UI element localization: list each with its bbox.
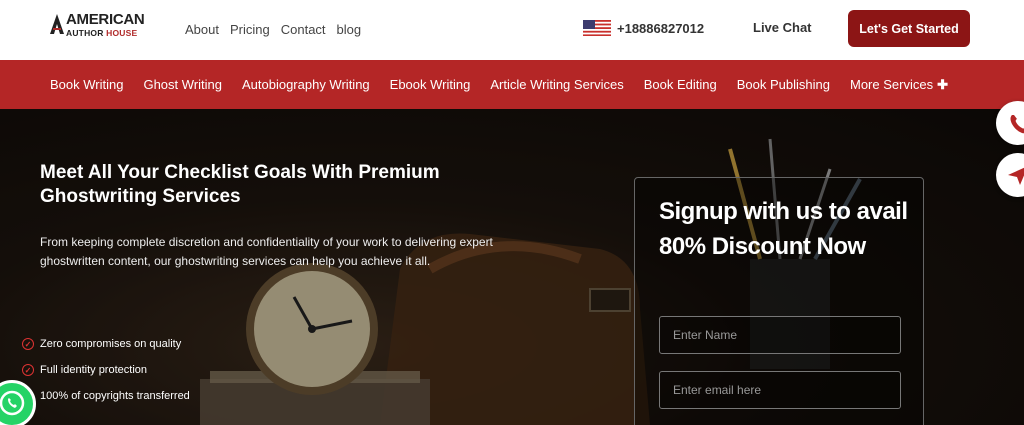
checklist-item-text: Zero compromises on quality — [40, 338, 182, 350]
us-flag-icon — [583, 20, 611, 36]
phone-icon — [1010, 115, 1024, 134]
logo[interactable]: AMERICAN AUTHOR HOUSE — [50, 12, 150, 42]
checklist-item-text: Full identity protection — [40, 364, 147, 376]
check-circle-icon: ✓ — [22, 338, 34, 350]
signup-form: Signup with us to avail 80% Discount Now — [634, 177, 924, 425]
top-nav: About Pricing Contact blog — [185, 22, 361, 37]
message-float-button[interactable] — [996, 153, 1024, 197]
send-icon — [1008, 167, 1024, 185]
hero-description: From keeping complete discretion and con… — [40, 235, 493, 268]
service-link-ebook-writing[interactable]: Ebook Writing — [390, 77, 471, 92]
nav-link-contact[interactable]: Contact — [281, 22, 326, 37]
feature-checklist: ✓ Zero compromises on quality ✓ Full ide… — [22, 331, 190, 409]
logo-text-bottom: AUTHOR HOUSE — [66, 28, 138, 38]
check-circle-icon: ✓ — [22, 364, 34, 376]
email-input[interactable] — [659, 371, 901, 409]
nav-link-about[interactable]: About — [185, 22, 219, 37]
hero-title: Meet All Your Checklist Goals With Premi… — [40, 162, 440, 207]
checklist-item: ✓ Zero compromises on quality — [22, 331, 190, 357]
get-started-button[interactable]: Let's Get Started — [848, 10, 970, 47]
nav-link-pricing[interactable]: Pricing — [230, 22, 270, 37]
phone-number: +18886827012 — [617, 20, 705, 36]
logo-mark-icon — [50, 14, 64, 34]
call-float-button[interactable] — [996, 101, 1024, 145]
checklist-item: ✓ Full identity protection — [22, 357, 190, 383]
service-link-book-publishing[interactable]: Book Publishing — [737, 77, 830, 92]
checklist-item: ✓ 100% of copyrights transferred — [22, 383, 190, 409]
service-link-ghost-writing[interactable]: Ghost Writing — [143, 77, 222, 92]
service-link-autobiography-writing[interactable]: Autobiography Writing — [242, 77, 370, 92]
service-link-book-editing[interactable]: Book Editing — [644, 77, 717, 92]
more-services-menu[interactable]: More Services ✚ — [850, 77, 948, 93]
signup-title: Signup with us to avail 80% Discount Now — [659, 198, 908, 260]
phone-link[interactable]: +18886827012 — [583, 20, 704, 36]
nav-link-blog[interactable]: blog — [337, 22, 362, 37]
whatsapp-icon — [0, 390, 25, 416]
logo-text-top: AMERICAN — [66, 11, 145, 28]
hero-section: Meet All Your Checklist Goals With Premi… — [0, 109, 1024, 425]
service-link-article-writing[interactable]: Article Writing Services — [490, 77, 623, 92]
checklist-item-text: 100% of copyrights transferred — [40, 390, 190, 402]
plus-icon: ✚ — [937, 76, 948, 92]
site-header: AMERICAN AUTHOR HOUSE About Pricing Cont… — [0, 0, 1024, 60]
service-link-book-writing[interactable]: Book Writing — [50, 77, 123, 92]
live-chat-link[interactable]: Live Chat — [753, 20, 812, 35]
services-nav: Book Writing Ghost Writing Autobiography… — [0, 60, 1024, 109]
name-input[interactable] — [659, 316, 901, 354]
whatsapp-float-button[interactable] — [0, 380, 36, 425]
